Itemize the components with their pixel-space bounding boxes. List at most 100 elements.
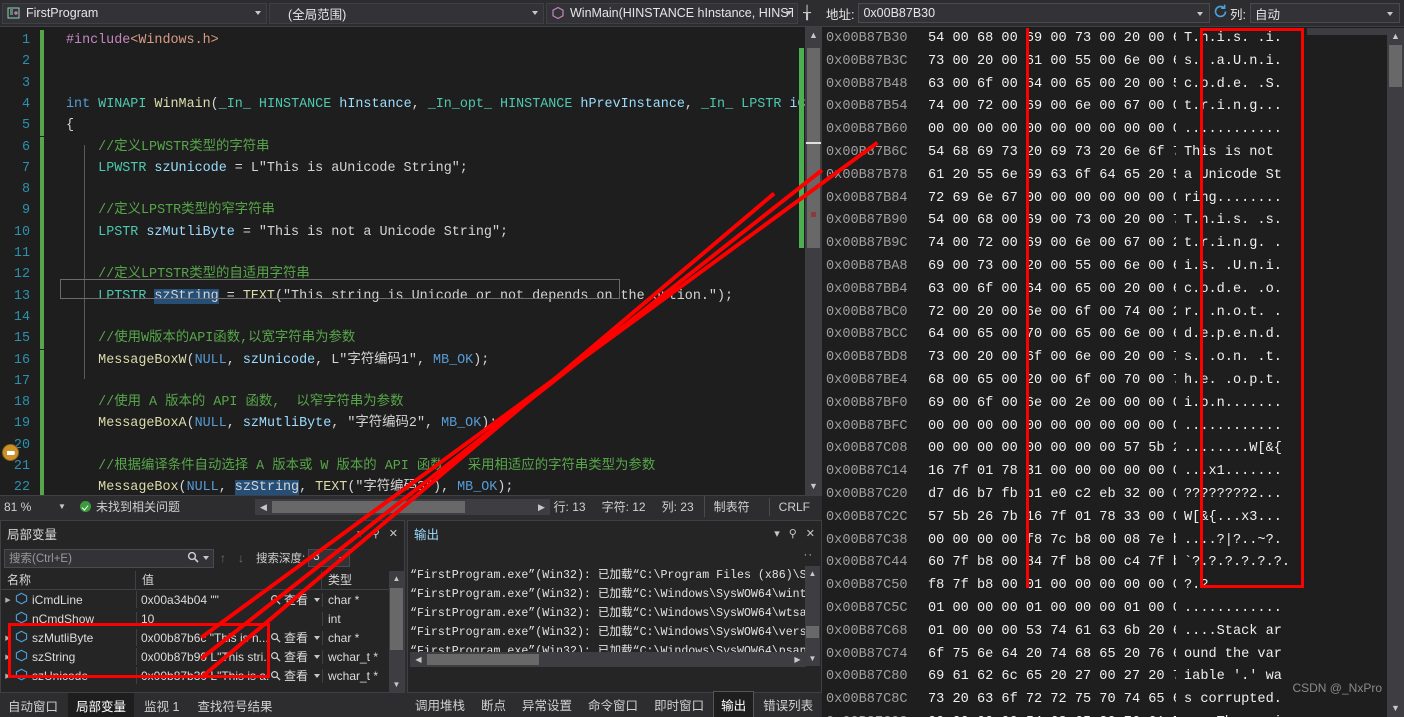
- code-line[interactable]: 18 //使用 A 版本的 API 函数, 以窄字符串为参数: [0, 392, 822, 414]
- pin-icon[interactable]: ⚲: [372, 527, 380, 540]
- code-line[interactable]: 5{: [0, 115, 822, 137]
- expander-icon[interactable]: ▶: [1, 596, 15, 604]
- code-line[interactable]: 16 MessageBoxW(NULL, szUnicode, L"字符编码1"…: [0, 349, 822, 371]
- memory-row[interactable]: 0x00B87C08 00 00 00 00 00 00 00 00 57 5b …: [822, 438, 1404, 461]
- eol-setting[interactable]: CRLF: [768, 497, 822, 516]
- memory-row[interactable]: 0x00B87C9800 00 00 00 54 68 65 20 76 61 …: [822, 712, 1404, 717]
- output-text-area[interactable]: “FirstProgram.exe”(Win32): 已加载“C:\Progra…: [410, 566, 805, 666]
- project-selector[interactable]: FirstProgram: [2, 2, 267, 24]
- memory-row[interactable]: 0x00B87C20 d7 d6 b7 fb b1 e0 c2 eb 32 00 …: [822, 484, 1404, 507]
- output-horizontal-scrollbar[interactable]: ◀ ▶: [410, 652, 806, 667]
- memory-row[interactable]: 0x00B87BFC 00 00 00 00 00 00 00 00 00 00 …: [822, 416, 1404, 439]
- code-line[interactable]: 4 int WINAPI WinMain(_In_ HINSTANCE hInst…: [0, 93, 822, 116]
- tab-自动窗口[interactable]: 自动窗口: [0, 693, 66, 717]
- scroll-left-icon[interactable]: ◀: [410, 652, 427, 667]
- table-row[interactable]: ▶ szUnicode 0x00b87b30 L"This is a... 查看 wch…: [1, 666, 404, 685]
- columns-select[interactable]: 自动: [1250, 3, 1400, 23]
- memory-row[interactable]: 0x00B87BE4 68 00 65 00 20 00 6f 00 70 00 …: [822, 370, 1404, 393]
- view-value-button[interactable]: 查看: [270, 629, 322, 646]
- variable-value[interactable]: 0x00a34b04 "" 查看: [136, 591, 322, 608]
- memory-row[interactable]: 0x00B87C14 16 7f 01 78 31 00 00 00 00 00 …: [822, 461, 1404, 484]
- memory-row[interactable]: 0x00B87B48 63 00 6f 00 64 00 65 00 20 00 …: [822, 74, 1404, 97]
- memory-row[interactable]: 0x00B87C44 60 7f b8 00 84 7f b8 00 c4 7f …: [822, 552, 1404, 575]
- view-value-button[interactable]: 查看: [270, 648, 322, 665]
- editor-scroll-track[interactable]: [799, 44, 822, 478]
- memory-row[interactable]: 0x00B87B54 74 00 72 00 69 00 6e 00 67 00 …: [822, 96, 1404, 119]
- scroll-down-icon[interactable]: ▼: [1387, 700, 1404, 717]
- memory-row[interactable]: 0x00B87BCC 64 00 65 00 70 00 65 00 6e 00 …: [822, 324, 1404, 347]
- tab-即时窗口[interactable]: 即时窗口: [647, 692, 711, 717]
- search-icon[interactable]: [184, 551, 201, 566]
- issue-status[interactable]: 未找到相关问题: [80, 498, 180, 515]
- locals-scroll-thumb[interactable]: [390, 588, 403, 650]
- variable-value[interactable]: 0x00b87b90 L"This stri... 查看: [136, 648, 322, 665]
- memory-row[interactable]: 0x00B87C38 00 00 00 00 f8 7c b8 00 08 7e …: [822, 530, 1404, 553]
- pin-icon[interactable]: ⚲: [789, 527, 797, 540]
- search-options-chevron-icon[interactable]: [203, 556, 209, 560]
- memory-row[interactable]: 0x00B87C50 f8 7f b8 00 01 00 00 00 00 00 …: [822, 575, 1404, 598]
- chevron-down-icon[interactable]: [1197, 12, 1204, 16]
- code-line[interactable]: 22 MessageBox(NULL, szString, TEXT("字符编码…: [0, 477, 822, 495]
- breakpoint-icon[interactable]: [2, 444, 19, 461]
- locals-vertical-scrollbar[interactable]: ▲ ▼: [389, 571, 404, 692]
- code-line[interactable]: 1 #include<Windows.h>: [0, 30, 822, 52]
- column-header-type[interactable]: 类型: [322, 571, 390, 589]
- refresh-button[interactable]: [1210, 3, 1230, 24]
- memory-row[interactable]: 0x00B87C74 6f 75 6e 64 20 74 68 65 20 76 …: [822, 644, 1404, 667]
- variable-value[interactable]: 0x00b87b30 L"This is a... 查看: [136, 667, 322, 684]
- search-depth-select[interactable]: 3: [308, 549, 351, 567]
- scroll-left-icon[interactable]: ◀: [255, 499, 272, 515]
- memory-row[interactable]: 0x00B87C5C 01 00 00 00 01 00 00 00 01 00 …: [822, 598, 1404, 621]
- tab-调用堆栈[interactable]: 调用堆栈: [408, 692, 472, 717]
- search-next-button[interactable]: ↓: [232, 551, 250, 565]
- scroll-up-icon[interactable]: ▲: [805, 566, 820, 581]
- horizontal-scroll-thumb[interactable]: [272, 501, 465, 513]
- chevron-down-icon[interactable]: [1387, 12, 1393, 16]
- scroll-right-icon[interactable]: ▶: [533, 499, 550, 515]
- output-hscroll-thumb[interactable]: [427, 654, 539, 665]
- code-line[interactable]: 6 //定义LPWSTR类型的字符串: [0, 136, 822, 158]
- memory-row[interactable]: 0x00B87BC0 72 00 20 00 6e 00 6f 00 74 00 …: [822, 302, 1404, 325]
- code-line[interactable]: 21 //根据编译条件自动选择 A 版本或 W 版本的 API 函数, 采用相适…: [0, 456, 822, 478]
- memory-rows[interactable]: 0x00B87B30 54 00 68 00 69 00 73 00 20 00 …: [822, 28, 1404, 717]
- code-line[interactable]: 2: [0, 51, 822, 73]
- variable-value[interactable]: 10: [136, 611, 322, 626]
- variable-value[interactable]: 0x00b87b6c "This is n... 查看: [136, 629, 322, 646]
- memory-scroll-thumb[interactable]: [1389, 45, 1402, 87]
- table-row[interactable]: nCmdShow 10 int: [1, 609, 404, 628]
- column-header-name[interactable]: 名称: [1, 571, 136, 589]
- table-row[interactable]: ▶ szString 0x00b87b90 L"This stri... 查看 wcha…: [1, 647, 404, 666]
- code-line[interactable]: 11: [0, 243, 822, 265]
- code-line[interactable]: 17: [0, 370, 822, 393]
- tab-setting[interactable]: 制表符: [703, 496, 759, 517]
- editor-scroll-thumb[interactable]: [807, 48, 820, 248]
- editor-horizontal-scrollbar[interactable]: ◀ ▶: [255, 499, 550, 515]
- search-prev-button[interactable]: ↑: [214, 551, 232, 565]
- memory-row[interactable]: 0x00B87B60 00 00 00 00 00 00 00 00 00 00 …: [822, 119, 1404, 142]
- memory-vertical-scrollbar[interactable]: ▲ ▼: [1387, 28, 1404, 717]
- address-input[interactable]: 0x00B87B30: [858, 3, 1211, 23]
- zoom-chevron-icon[interactable]: ▼: [54, 502, 70, 511]
- tab-输出[interactable]: 输出: [713, 691, 755, 717]
- memory-horizontal-scrollbar[interactable]: [1307, 28, 1387, 35]
- code-line[interactable]: 9 //定义LPSTR类型的窄字符串: [0, 200, 822, 222]
- panel-menu-icon[interactable]: ▾: [357, 527, 363, 540]
- code-editor[interactable]: 1 #include<Windows.h> 2 3 4 int WINAPI WinMai…: [0, 27, 822, 495]
- editor-vertical-scrollbar[interactable]: ▲ ▼: [799, 27, 822, 495]
- zoom-level[interactable]: 81 %: [0, 500, 54, 514]
- split-view-button[interactable]: ╁: [799, 5, 815, 21]
- close-icon[interactable]: ✕: [389, 527, 398, 540]
- column-header-value[interactable]: 值: [136, 571, 322, 589]
- code-line[interactable]: 8: [0, 179, 822, 201]
- code-line[interactable]: 14: [0, 306, 822, 329]
- memory-row[interactable]: 0x00B87B3C 73 00 20 00 61 00 55 00 6e 00 …: [822, 51, 1404, 74]
- tab-查找符号结果[interactable]: 查找符号结果: [189, 693, 280, 717]
- tab-局部变量[interactable]: 局部变量: [68, 693, 135, 717]
- scroll-right-icon[interactable]: ▶: [789, 652, 806, 667]
- memory-row[interactable]: 0x00B87B9C 74 00 72 00 69 00 6e 00 67 00 …: [822, 233, 1404, 256]
- overflow-menu-icon[interactable]: ··: [804, 549, 813, 561]
- memory-row[interactable]: 0x00B87BF0 69 00 6f 00 6e 00 2e 00 00 00 …: [822, 393, 1404, 416]
- output-vertical-scrollbar[interactable]: ▲ ▼: [805, 566, 820, 666]
- view-value-button[interactable]: 查看: [270, 591, 322, 608]
- code-line[interactable]: 7 LPWSTR szUnicode = L"This is aUnicode …: [0, 157, 822, 180]
